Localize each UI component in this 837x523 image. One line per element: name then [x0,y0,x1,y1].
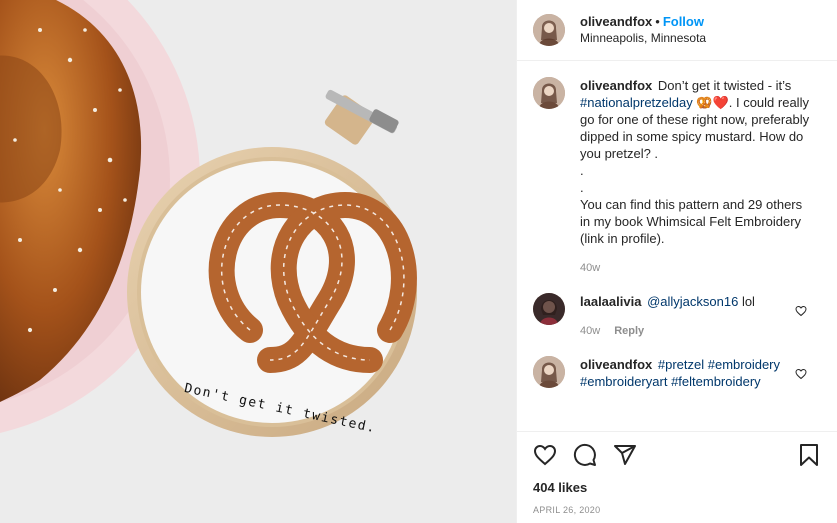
header-username[interactable]: oliveandfox [580,14,652,29]
heart-icon[interactable] [533,443,557,467]
like-comment-icon[interactable] [795,368,807,380]
avatar[interactable] [533,356,565,388]
avatar[interactable] [533,293,565,325]
caption-dot: . [580,163,584,178]
comment-item: laalaalivia @allyjackson16 lol 40w Reply [533,293,821,340]
post-header: oliveandfox • Follow Minneapolis, Minnesot… [517,0,837,61]
location-link[interactable]: Minneapolis, Minnesota [580,30,706,47]
hashtag-link[interactable]: #embroideryart [580,374,667,389]
caption-dot: . [580,180,584,195]
action-bar [533,432,821,472]
header-separator: • [655,14,660,29]
comment-icon[interactable] [573,443,597,467]
like-comment-icon[interactable] [795,305,807,317]
actions-area: 404 likes APRIL 26, 2020 [517,431,837,523]
hashtag-link[interactable]: #feltembroidery [671,374,761,389]
follow-button[interactable]: Follow [663,14,704,29]
mention-link[interactable]: @allyjackson16 [647,294,738,309]
reply-button[interactable]: Reply [614,323,644,340]
likes-count[interactable]: 404 likes [533,480,821,495]
bookmark-icon[interactable] [797,443,821,467]
caption: oliveandfox Don’t get it twisted - it’s … [533,77,821,277]
caption-text-start: Don’t get it twisted - it’s [657,78,792,93]
caption-emojis: 🥨❤️ [696,95,729,110]
hashtag-link[interactable]: #nationalpretzelday [580,95,693,110]
post-modal: Don't get it twisted. oliveandfox • Follow… [0,0,837,523]
caption-text-more: You can find this pattern and 29 others … [580,197,803,246]
caption-time[interactable]: 40w [580,260,600,277]
embroidery-photo [0,0,516,523]
post-sidebar: oliveandfox • Follow Minneapolis, Minnesot… [516,0,837,523]
comment-username[interactable]: laalaalivia [580,294,641,309]
post-date[interactable]: APRIL 26, 2020 [533,505,821,515]
avatar[interactable] [533,77,565,109]
comment-item: oliveandfox #pretzel #embroidery #embroi… [533,356,821,390]
comment-time[interactable]: 40w [580,323,600,340]
comment-username[interactable]: oliveandfox [580,357,652,372]
hashtag-link[interactable]: #embroidery [708,357,780,372]
caption-username[interactable]: oliveandfox [580,78,652,93]
post-photo[interactable]: Don't get it twisted. [0,0,516,523]
share-icon[interactable] [613,443,637,467]
hashtag-link[interactable]: #pretzel [658,357,704,372]
comment-text: lol [738,294,755,309]
avatar[interactable] [533,14,565,46]
comments-list[interactable]: oliveandfox Don’t get it twisted - it’s … [517,61,837,431]
